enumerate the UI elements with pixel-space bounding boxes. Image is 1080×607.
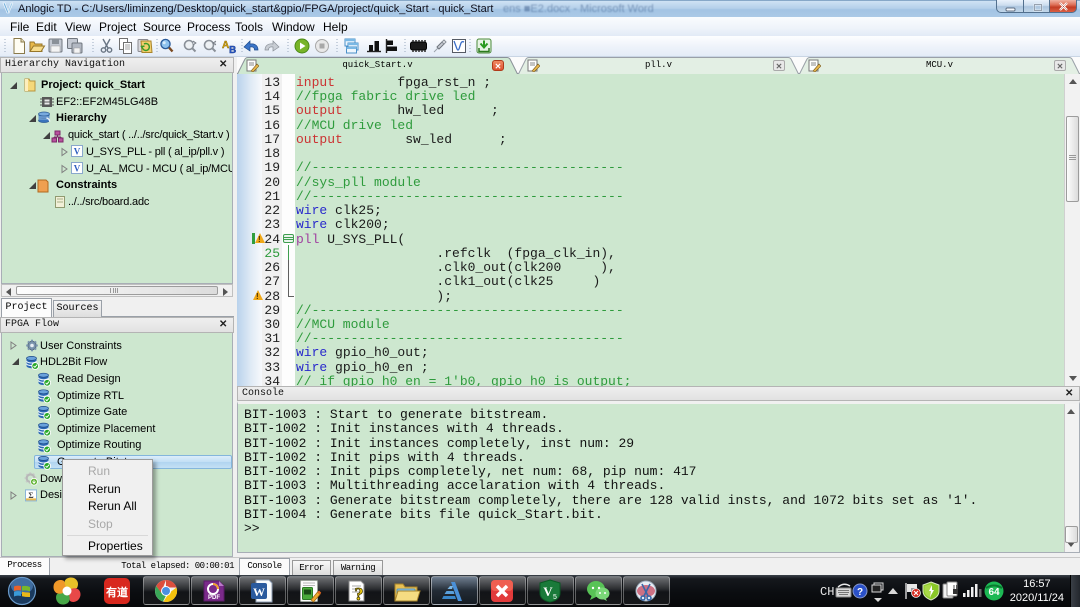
- svg-text:?: ?: [355, 584, 364, 604]
- svg-text:V: V: [543, 584, 553, 599]
- svg-text:V: V: [74, 164, 81, 174]
- svg-text:5: 5: [553, 594, 557, 601]
- svg-text:V: V: [74, 147, 81, 157]
- svg-text:有道: 有道: [106, 585, 128, 599]
- svg-text:Σ: Σ: [28, 491, 33, 500]
- svg-text:B: B: [229, 45, 236, 56]
- svg-text:CH: CH: [820, 585, 834, 599]
- svg-text:W: W: [253, 585, 265, 599]
- svg-text:PDF: PDF: [208, 595, 220, 601]
- svg-text:64: 64: [988, 587, 1000, 598]
- svg-text:?: ?: [857, 587, 863, 598]
